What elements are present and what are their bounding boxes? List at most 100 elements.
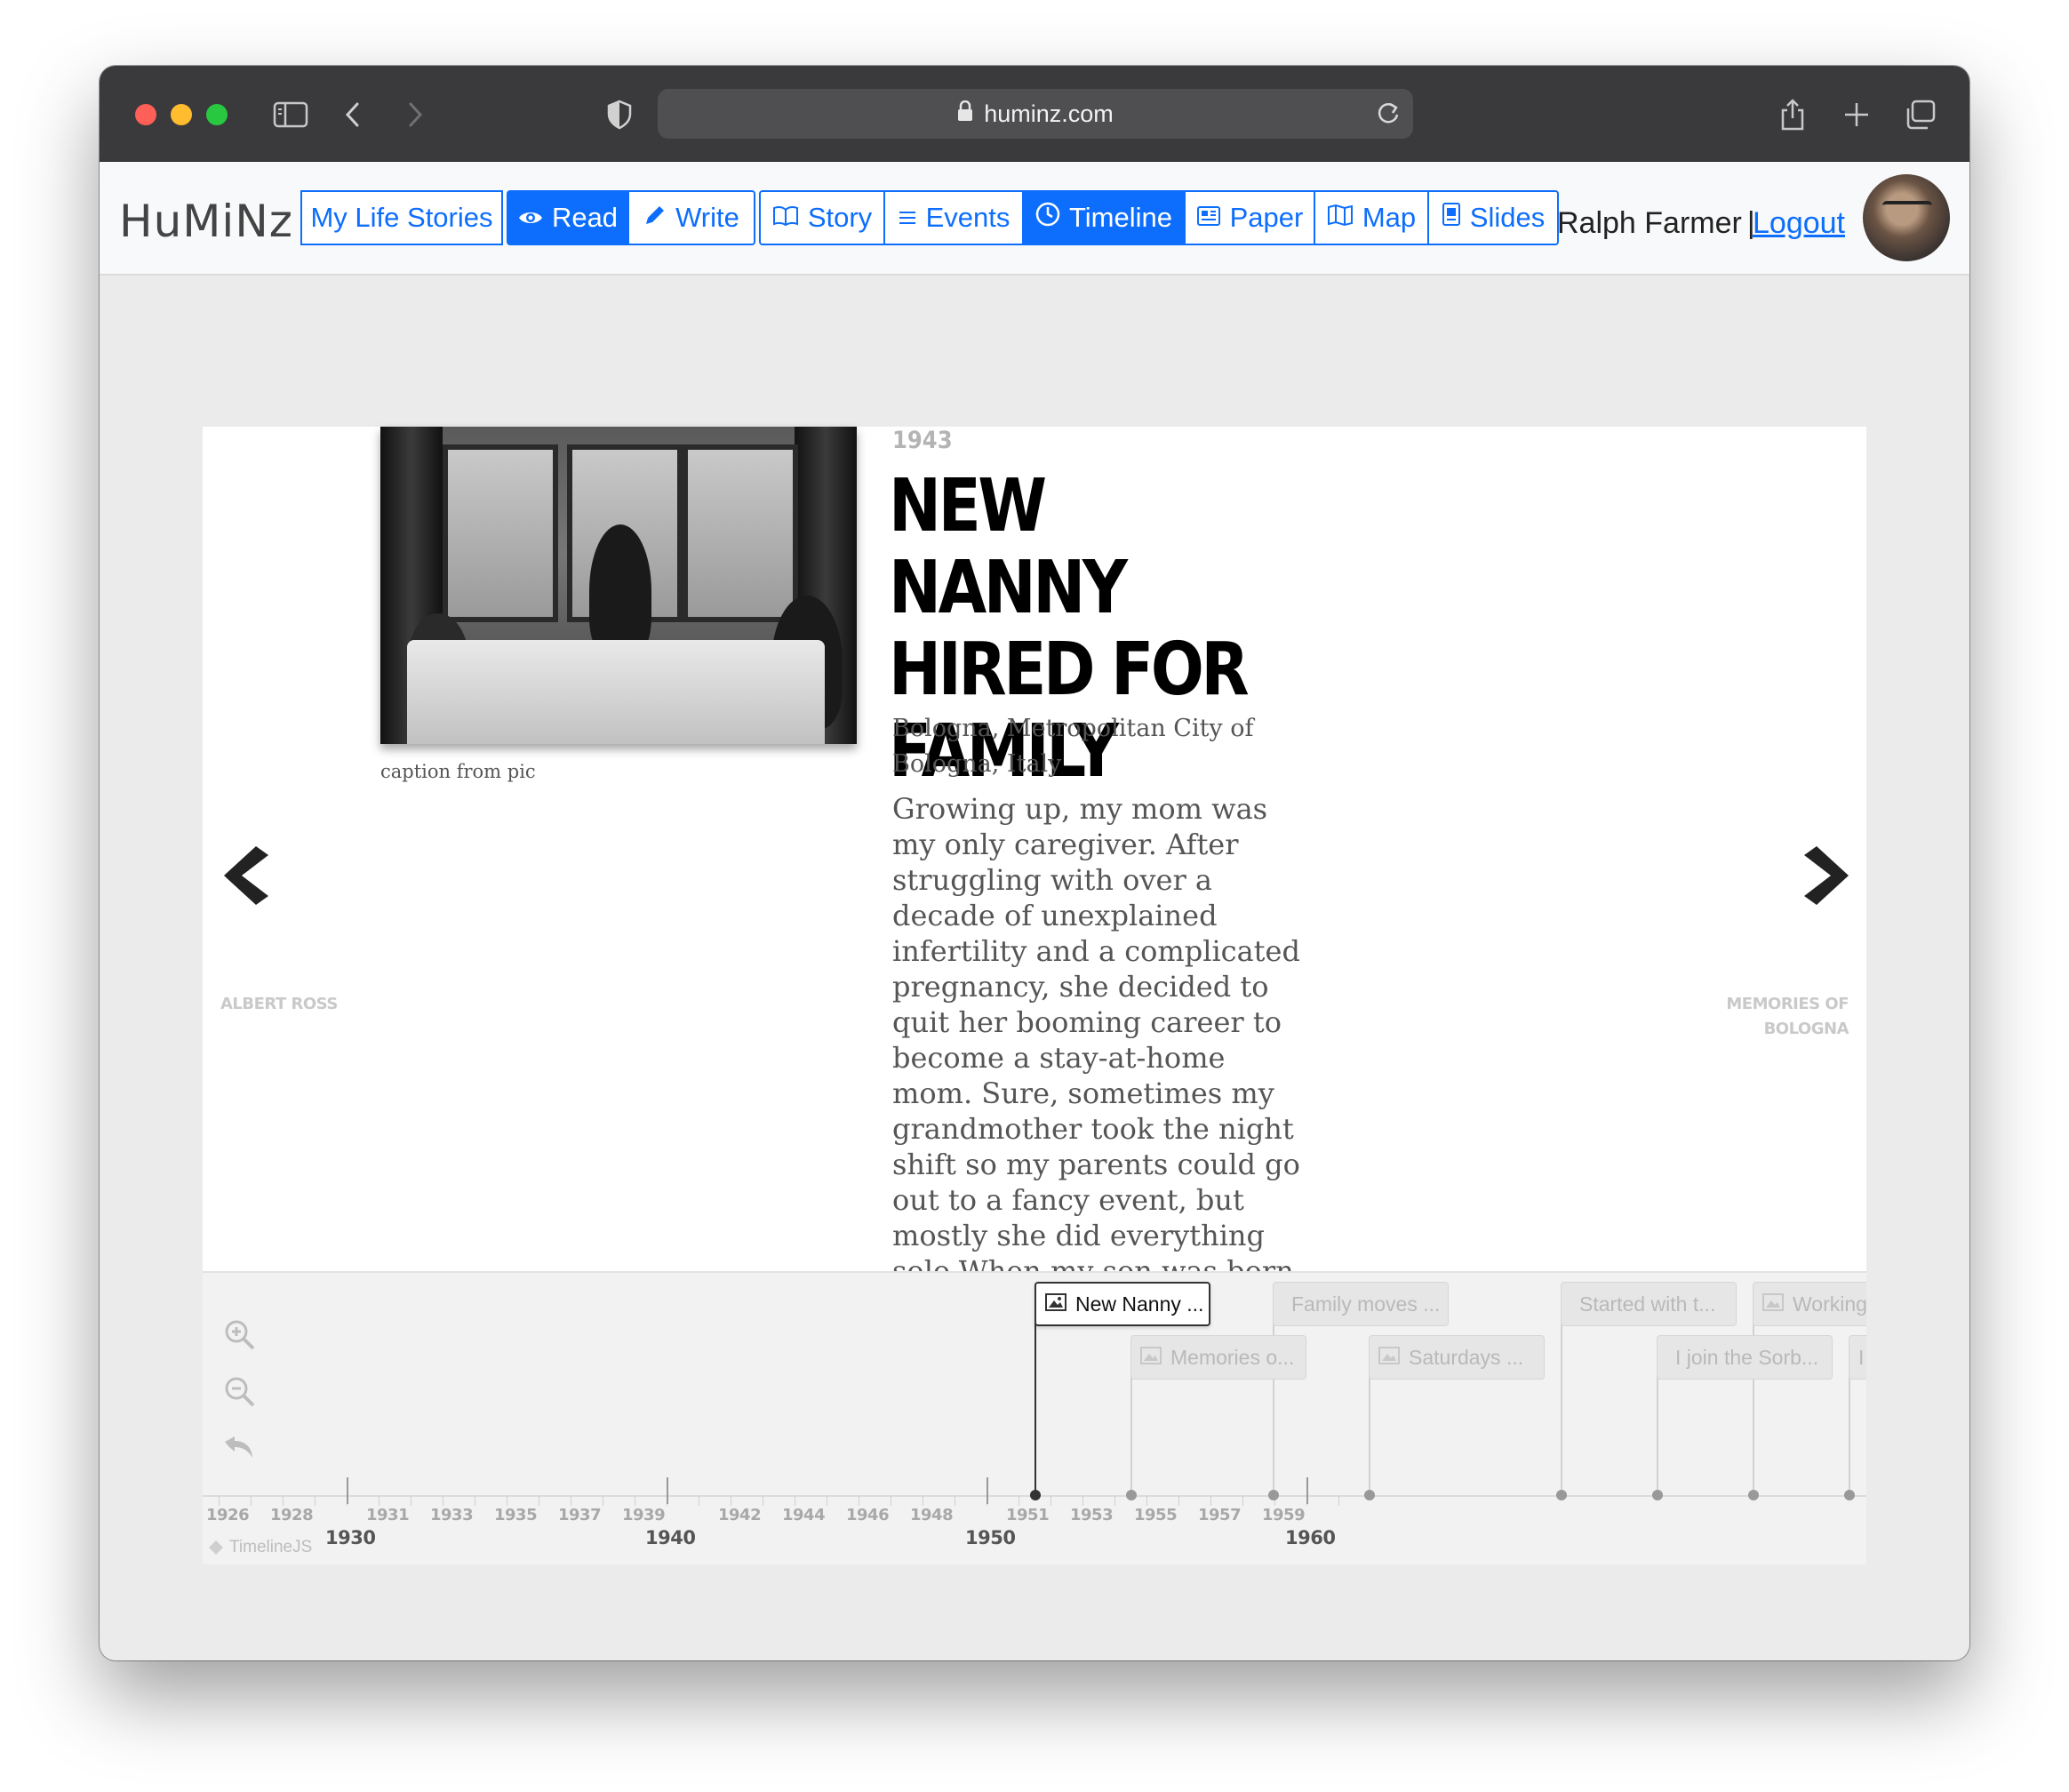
minor-year-label: 1926	[206, 1506, 250, 1524]
share-icon[interactable]	[1774, 96, 1811, 133]
logout-link[interactable]: Logout	[1753, 206, 1845, 241]
next-slide-label[interactable]: MEMORIES OF BOLOGNA	[1706, 992, 1849, 1042]
close-window-button[interactable]	[135, 104, 156, 125]
minor-year-label: 1946	[846, 1506, 890, 1524]
event-dot[interactable]	[1364, 1490, 1375, 1500]
nav-events[interactable]: Events	[883, 190, 1024, 245]
nav-story[interactable]: Story	[759, 190, 885, 245]
nav-label: Read	[551, 202, 619, 233]
timeline-marker[interactable]: Memories o...	[1130, 1335, 1306, 1380]
book-icon	[772, 202, 799, 234]
eye-icon	[518, 202, 543, 234]
nav-label: Slides	[1469, 202, 1546, 233]
next-slide-arrow-icon[interactable]	[1802, 844, 1852, 911]
timeline-navigator: New Nanny ... Memories o... Family moves…	[203, 1271, 1866, 1564]
minimize-window-button[interactable]	[171, 104, 192, 125]
tab-overview-icon[interactable]	[1902, 96, 1939, 133]
image-icon	[1045, 1292, 1066, 1316]
newspaper-icon	[1196, 202, 1221, 234]
nav-paper[interactable]: Paper	[1184, 190, 1315, 245]
year-tick	[315, 1495, 316, 1506]
marker-label: I	[1858, 1345, 1865, 1369]
timeline-marker[interactable]: New Nanny ...	[1034, 1282, 1210, 1326]
nav-read[interactable]: Read	[507, 190, 629, 245]
marker-label: Saturdays ...	[1409, 1345, 1524, 1369]
year-tick	[1210, 1495, 1211, 1506]
zoom-out-icon[interactable]	[222, 1374, 258, 1414]
year-tick	[1114, 1495, 1115, 1506]
year-tick	[283, 1495, 284, 1506]
nav-label: My Life Stories	[310, 202, 493, 233]
timeline-slide: caption from pic 1943 NEW NANNY HIRED FO…	[203, 427, 1866, 1564]
minor-year-label: 1939	[622, 1506, 666, 1524]
minor-year-label: 1944	[782, 1506, 826, 1524]
timeline-marker[interactable]: Working	[1753, 1282, 1866, 1326]
new-tab-icon[interactable]	[1838, 96, 1875, 133]
avatar[interactable]	[1863, 174, 1950, 261]
list-icon	[898, 202, 917, 234]
nav-timeline[interactable]: Timeline	[1022, 190, 1186, 245]
back-icon[interactable]	[334, 96, 371, 133]
lock-icon	[957, 100, 973, 128]
event-dot[interactable]	[1556, 1490, 1567, 1500]
year-tick	[1178, 1495, 1179, 1506]
sidebar-toggle-icon[interactable]	[272, 96, 309, 133]
timeline-marker[interactable]: I	[1849, 1335, 1866, 1380]
major-year-label: 1930	[325, 1527, 376, 1548]
timeline-marker[interactable]: Family moves ...	[1273, 1282, 1449, 1326]
nav-write[interactable]: Write	[627, 190, 755, 245]
event-dot[interactable]	[1268, 1490, 1279, 1500]
year-tick	[1242, 1495, 1243, 1506]
image-icon	[1762, 1292, 1784, 1316]
minor-year-label: 1951	[1006, 1506, 1050, 1524]
nav-label: Map	[1362, 202, 1417, 233]
privacy-shield-icon[interactable]	[601, 96, 638, 133]
nav-map[interactable]: Map	[1314, 190, 1429, 245]
minor-year-label: 1931	[366, 1506, 410, 1524]
photo-caption: caption from pic	[380, 761, 536, 782]
nav-label: Write	[675, 202, 739, 233]
nav-label: Events	[925, 202, 1011, 233]
previous-slide-arrow-icon[interactable]	[220, 844, 270, 911]
previous-slide-label[interactable]: ALBERT ROSS	[220, 992, 338, 1017]
event-dot[interactable]	[1844, 1490, 1855, 1500]
zoom-in-icon[interactable]	[222, 1317, 258, 1357]
minor-year-label: 1955	[1134, 1506, 1178, 1524]
maximize-window-button[interactable]	[206, 104, 228, 125]
timeline-marker[interactable]: Saturdays ...	[1369, 1335, 1545, 1380]
image-icon	[1140, 1346, 1162, 1370]
forward-icon[interactable]	[396, 96, 434, 133]
minor-year-label: 1933	[430, 1506, 474, 1524]
marker-label: Family moves ...	[1291, 1292, 1441, 1316]
nav-my-life-stories[interactable]: My Life Stories	[300, 190, 503, 245]
minor-year-label: 1942	[718, 1506, 762, 1524]
minor-year-label: 1957	[1198, 1506, 1242, 1524]
minor-year-label: 1928	[270, 1506, 314, 1524]
year-tick	[1082, 1495, 1083, 1506]
nav-label: Story	[807, 202, 873, 233]
app-header: HuMiNz My Life Stories Read Write Story …	[100, 162, 1969, 276]
app-logo[interactable]: HuMiNz	[119, 196, 293, 247]
nav-label: Paper	[1229, 202, 1304, 233]
marker-label: New Nanny ...	[1075, 1292, 1204, 1316]
event-dot[interactable]	[1126, 1490, 1137, 1500]
image-icon	[1378, 1346, 1400, 1370]
timeline-marker[interactable]: I join the Sorb...	[1657, 1335, 1833, 1380]
event-dot[interactable]	[1748, 1490, 1759, 1500]
timeline-marker[interactable]: Started with t...	[1561, 1282, 1737, 1326]
event-dot[interactable]	[1652, 1490, 1663, 1500]
minor-year-label: 1959	[1262, 1506, 1306, 1524]
slide-photo[interactable]	[380, 427, 857, 744]
reset-view-icon[interactable]	[222, 1429, 258, 1469]
major-year-label: 1950	[965, 1527, 1016, 1548]
nav-slides[interactable]: Slides	[1427, 190, 1559, 245]
marker-label: Working	[1793, 1292, 1866, 1316]
address-bar[interactable]: huminz.com	[658, 89, 1413, 139]
reload-icon[interactable]	[1376, 100, 1401, 132]
year-tick	[251, 1495, 252, 1506]
timelinejs-credit[interactable]: TimelineJS	[208, 1538, 312, 1557]
user-name: Ralph Farmer |	[1557, 206, 1755, 240]
event-dot[interactable]	[1030, 1490, 1041, 1500]
minor-year-label: 1948	[910, 1506, 954, 1524]
event-location: Bologna, Metropolitan City of Bologna, I…	[892, 715, 1254, 778]
